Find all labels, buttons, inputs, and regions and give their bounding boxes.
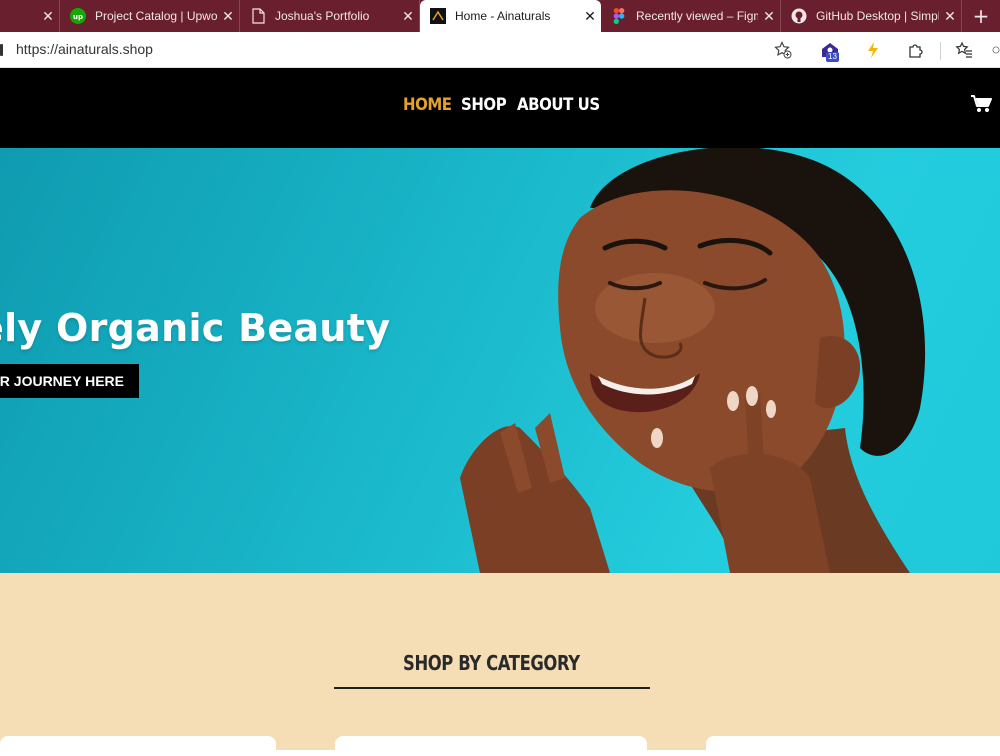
tab-title: Home - Ainaturals [455, 9, 551, 23]
category-card[interactable] [706, 736, 1000, 756]
category-card[interactable] [335, 736, 647, 756]
profile-icon[interactable] [992, 40, 1000, 60]
upwork-icon: up [70, 8, 86, 24]
document-icon [250, 8, 266, 24]
address-bar: https://ainaturals.shop [0, 32, 1000, 68]
lightning-icon[interactable] [863, 40, 883, 60]
browser-tab-active[interactable]: Home - Ainaturals ✕ [420, 0, 601, 32]
close-icon[interactable]: ✕ [939, 8, 961, 25]
add-favorite-icon[interactable] [773, 40, 793, 60]
cart-icon[interactable] [970, 94, 992, 116]
figma-icon [611, 8, 627, 24]
favorites-icon[interactable] [954, 40, 974, 60]
tab-title: GitHub Desktop | Simple [816, 9, 939, 23]
extensions-puzzle-icon[interactable] [906, 40, 926, 60]
nav-shop-link[interactable]: SHOP [461, 95, 507, 115]
heading-underline [334, 687, 650, 689]
toolbar-divider [940, 42, 941, 60]
github-icon [791, 8, 807, 24]
browser-tab-figma[interactable]: Recently viewed – Figma ✕ [601, 0, 781, 32]
ainaturals-icon [430, 8, 446, 24]
browser-tab-strip: ✕ up Project Catalog | Upwork ✕ Joshua's… [0, 0, 1000, 32]
browser-tab-portfolio[interactable]: Joshua's Portfolio ✕ [240, 0, 420, 32]
browser-tab[interactable]: ✕ [0, 0, 60, 32]
browser-tab-upwork[interactable]: up Project Catalog | Upwork ✕ [60, 0, 240, 32]
category-section: SHOP BY CATEGORY [0, 573, 1000, 756]
tab-title: Project Catalog | Upwork [95, 9, 217, 23]
hero-model-photo [460, 148, 926, 573]
extension-badge: 13 [826, 52, 839, 62]
close-icon[interactable]: ✕ [758, 8, 780, 25]
tab-title: Joshua's Portfolio [275, 9, 370, 23]
hero-title: ely Organic Beauty [0, 306, 391, 350]
nav-home-link[interactable]: HOME [403, 95, 452, 115]
browser-tab-github[interactable]: GitHub Desktop | Simple ✕ [781, 0, 962, 32]
hero-cta-button[interactable]: UR JOURNEY HERE [0, 364, 139, 398]
close-icon[interactable]: ✕ [37, 8, 59, 25]
site-info-icon[interactable] [0, 44, 3, 56]
category-heading: SHOP BY CATEGORY [403, 651, 580, 675]
new-tab-button[interactable]: + [962, 0, 1000, 32]
url-field[interactable]: https://ainaturals.shop [16, 41, 153, 57]
tab-title: Recently viewed – Figma [636, 9, 758, 23]
close-icon[interactable]: ✕ [579, 8, 601, 25]
hero-banner: ely Organic Beauty UR JOURNEY HERE [0, 148, 1000, 573]
close-icon[interactable]: ✕ [397, 8, 419, 25]
nav-about-link[interactable]: ABOUT US [517, 95, 600, 115]
site-header: HOME SHOP ABOUT US [0, 68, 1000, 148]
category-card[interactable] [0, 736, 276, 756]
close-icon[interactable]: ✕ [217, 8, 239, 25]
svg-text:up: up [73, 13, 83, 21]
